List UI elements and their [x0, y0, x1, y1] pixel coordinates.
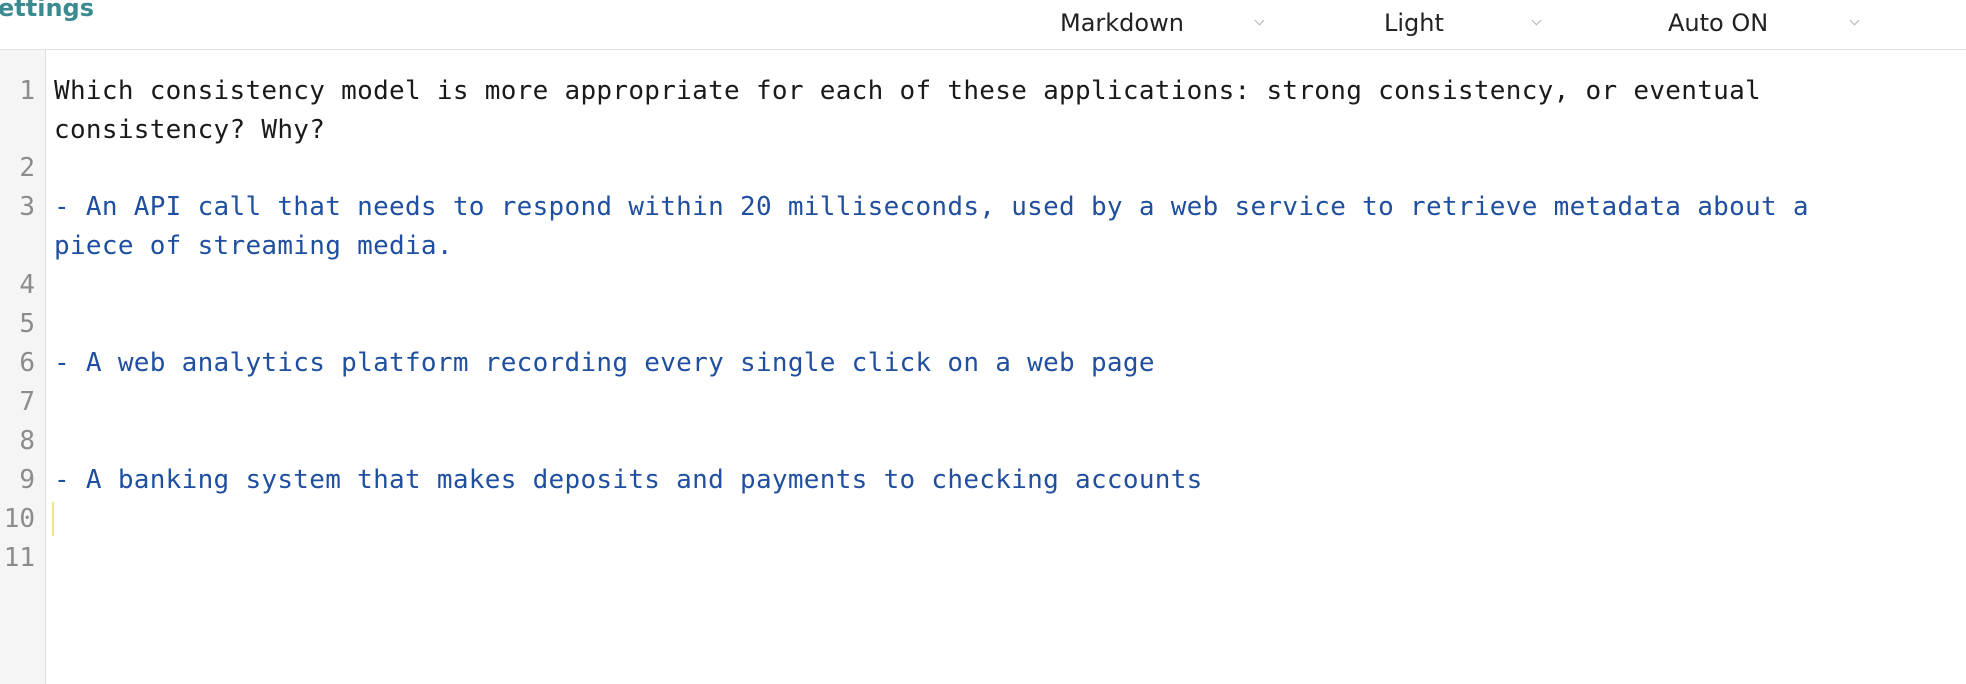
language-dropdown[interactable]: Markdown	[1060, 6, 1270, 40]
line-number-gutter: 1 2 3 4 5 6 7 8 9 10 11	[0, 50, 46, 684]
line-number: 7	[19, 387, 35, 417]
language-dropdown-label: Markdown	[1060, 9, 1184, 37]
top-toolbar: ettings Markdown Light Auto ON	[0, 0, 1966, 50]
line-number: 5	[19, 309, 35, 339]
chevron-down-icon	[1849, 15, 1860, 26]
line-number: 4	[19, 270, 35, 300]
line-number: 2	[19, 153, 35, 183]
code-line: Which consistency model is more appropri…	[54, 76, 1762, 106]
text-cursor	[52, 502, 54, 536]
line-number: 11	[3, 543, 35, 573]
line-number: 9	[19, 465, 35, 495]
code-line-wrap: piece of streaming media.	[54, 231, 453, 261]
theme-dropdown-label: Light	[1384, 9, 1444, 37]
autosave-dropdown[interactable]: Auto ON	[1668, 6, 1868, 40]
settings-link[interactable]: ettings	[0, 0, 94, 23]
code-line: - A web analytics platform recording eve…	[54, 348, 1155, 378]
chevron-down-icon	[1531, 15, 1542, 26]
code-line: - An API call that needs to respond with…	[54, 192, 1809, 222]
theme-dropdown[interactable]: Light	[1384, 6, 1544, 40]
autosave-dropdown-label: Auto ON	[1668, 9, 1769, 37]
line-number: 1	[19, 76, 35, 106]
code-line-wrap: consistency? Why?	[54, 115, 326, 145]
code-editor[interactable]: 1 2 3 4 5 6 7 8 9 10 11 Which consistenc…	[0, 50, 1966, 684]
chevron-down-icon	[1254, 15, 1265, 26]
line-number: 10	[3, 504, 35, 534]
code-line: - A banking system that makes deposits a…	[54, 465, 1203, 495]
line-number: 8	[19, 426, 35, 456]
line-number: 3	[19, 192, 35, 222]
line-number: 6	[19, 348, 35, 378]
